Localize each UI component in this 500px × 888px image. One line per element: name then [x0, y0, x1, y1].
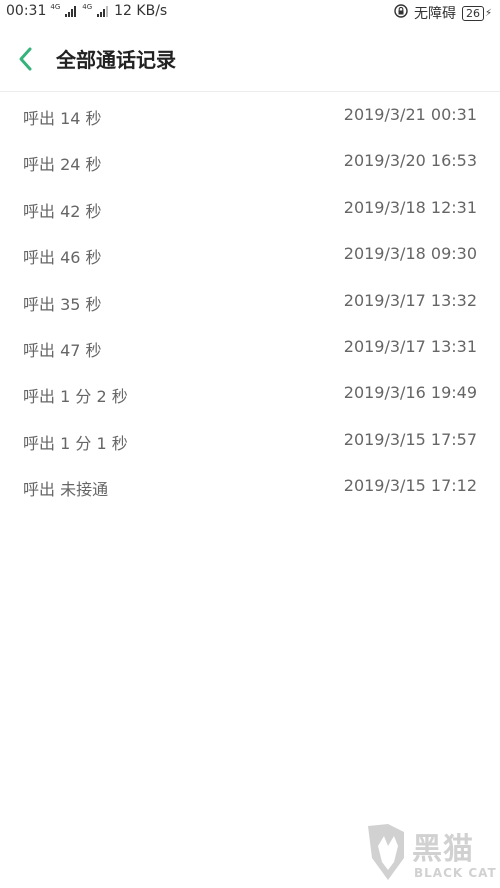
call-type-duration: 呼出 35 秒	[23, 291, 102, 315]
black-cat-logo-icon	[368, 824, 404, 880]
call-type-duration: 呼出 24 秒	[23, 151, 102, 175]
call-datetime: 2019/3/17 13:32	[343, 290, 477, 310]
status-left: 00:31 4G 4G 12 KB/s	[6, 3, 167, 19]
battery-icon: 26 ⚡	[461, 5, 492, 21]
call-type-duration: 呼出 42 秒	[23, 198, 102, 222]
call-direction: 呼出	[23, 294, 56, 314]
call-duration: 42 秒	[60, 201, 102, 221]
call-direction: 呼出	[23, 340, 56, 360]
call-direction: 呼出	[23, 155, 56, 175]
call-datetime: 2019/3/18 12:31	[343, 197, 477, 217]
call-duration: 1 分 1 秒	[60, 433, 128, 453]
network-speed: 12 KB/s	[114, 3, 168, 19]
call-duration: 24 秒	[60, 155, 102, 175]
call-datetime: 2019/3/16 19:49	[343, 383, 477, 403]
header: 全部通话记录	[0, 24, 500, 92]
call-duration: 35 秒	[60, 294, 102, 314]
screen: 00:31 4G 4G 12 KB/s 无障碍 26 ⚡ 全部通话记录 呼出 1…	[0, 0, 500, 888]
sim2-network-label: 4G	[82, 2, 93, 11]
call-direction: 呼出	[23, 201, 56, 221]
call-datetime: 2019/3/15 17:12	[343, 476, 477, 496]
watermark-sub-text: BLACK CAT	[414, 866, 497, 880]
call-log-row[interactable]: 呼出 35 秒 2019/3/17 13:32	[0, 278, 500, 324]
call-type-duration: 呼出 47 秒	[23, 337, 102, 361]
call-duration: 未接通	[60, 480, 109, 500]
watermark-logo-text: 黑猫	[412, 832, 474, 867]
call-duration: 14 秒	[60, 109, 102, 128]
call-type-duration: 呼出 未接通	[23, 476, 108, 500]
lock-icon	[394, 4, 408, 22]
call-log-row[interactable]: 呼出 24 秒 2019/3/20 16:53	[0, 138, 500, 184]
watermark: 黑猫 BLACK CAT	[364, 822, 497, 884]
status-bar: 00:31 4G 4G 12 KB/s 无障碍 26 ⚡	[0, 0, 500, 24]
call-log-row[interactable]: 呼出 1 分 1 秒 2019/3/15 17:57	[0, 417, 500, 463]
status-time: 00:31	[6, 3, 47, 19]
call-log-row[interactable]: 呼出 42 秒 2019/3/18 12:31	[0, 185, 500, 231]
sim1-signal-icon	[65, 5, 77, 17]
call-log-row[interactable]: 呼出 47 秒 2019/3/17 13:31	[0, 324, 500, 370]
call-type-duration: 呼出 46 秒	[23, 244, 102, 268]
call-direction: 呼出	[23, 248, 56, 268]
call-datetime: 2019/3/15 17:57	[343, 429, 477, 449]
accessibility-label: 无障碍	[413, 6, 456, 22]
call-datetime: 2019/3/20 16:53	[343, 151, 477, 171]
call-direction: 呼出	[23, 387, 56, 407]
page-title: 全部通话记录	[56, 48, 176, 72]
call-log-row[interactable]: 呼出 1 分 2 秒 2019/3/16 19:49	[0, 370, 500, 416]
call-type-duration: 呼出 14 秒	[23, 105, 102, 129]
call-log-list: 呼出 14 秒 2019/3/21 00:31 呼出 24 秒 2019/3/20 1…	[0, 92, 500, 510]
call-log-row[interactable]: 呼出 14 秒 2019/3/21 00:31	[0, 92, 500, 138]
call-duration: 1 分 2 秒	[60, 387, 128, 407]
call-type-duration: 呼出 1 分 2 秒	[23, 383, 128, 407]
call-datetime: 2019/3/21 00:31	[343, 105, 477, 124]
charging-icon: ⚡	[484, 7, 492, 19]
call-direction: 呼出	[23, 433, 56, 453]
back-button[interactable]	[14, 46, 38, 72]
call-log-row[interactable]: 呼出 46 秒 2019/3/18 09:30	[0, 231, 500, 277]
call-duration: 46 秒	[60, 248, 102, 268]
sim2-signal-icon	[97, 5, 109, 17]
chevron-left-icon	[19, 47, 32, 71]
sim1-network-label: 4G	[50, 2, 61, 11]
call-duration: 47 秒	[60, 340, 102, 360]
call-datetime: 2019/3/17 13:31	[343, 336, 477, 356]
call-direction: 呼出	[23, 480, 56, 500]
call-direction: 呼出	[23, 109, 56, 128]
call-log-row[interactable]: 呼出 未接通 2019/3/15 17:12	[0, 463, 500, 509]
call-datetime: 2019/3/18 09:30	[343, 244, 477, 264]
call-type-duration: 呼出 1 分 1 秒	[23, 430, 128, 454]
battery-level: 26	[461, 5, 484, 21]
status-right: 无障碍 26 ⚡	[394, 3, 492, 23]
